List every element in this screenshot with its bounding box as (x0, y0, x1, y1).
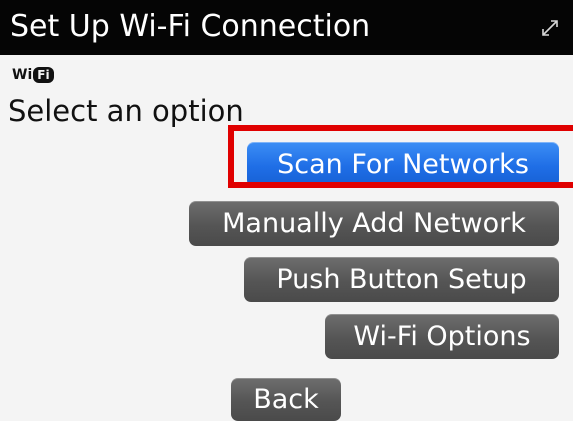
highlight-box (228, 125, 573, 188)
back-button[interactable]: Back (231, 378, 341, 421)
select-option-prompt: Select an option (8, 94, 244, 128)
wifi-logo: Wi Fi (12, 66, 54, 84)
manually-add-network-button[interactable]: Manually Add Network (189, 201, 559, 246)
screen-title: Set Up Wi-Fi Connection (10, 9, 371, 44)
title-bar: Set Up Wi-Fi Connection (0, 0, 573, 55)
wifi-options-button[interactable]: Wi-Fi Options (325, 314, 559, 359)
wifi-logo-fi: Fi (33, 67, 54, 83)
wifi-logo-wi: Wi (12, 67, 33, 83)
expand-arrows-icon[interactable] (539, 17, 561, 39)
push-button-setup-button[interactable]: Push Button Setup (244, 257, 559, 302)
